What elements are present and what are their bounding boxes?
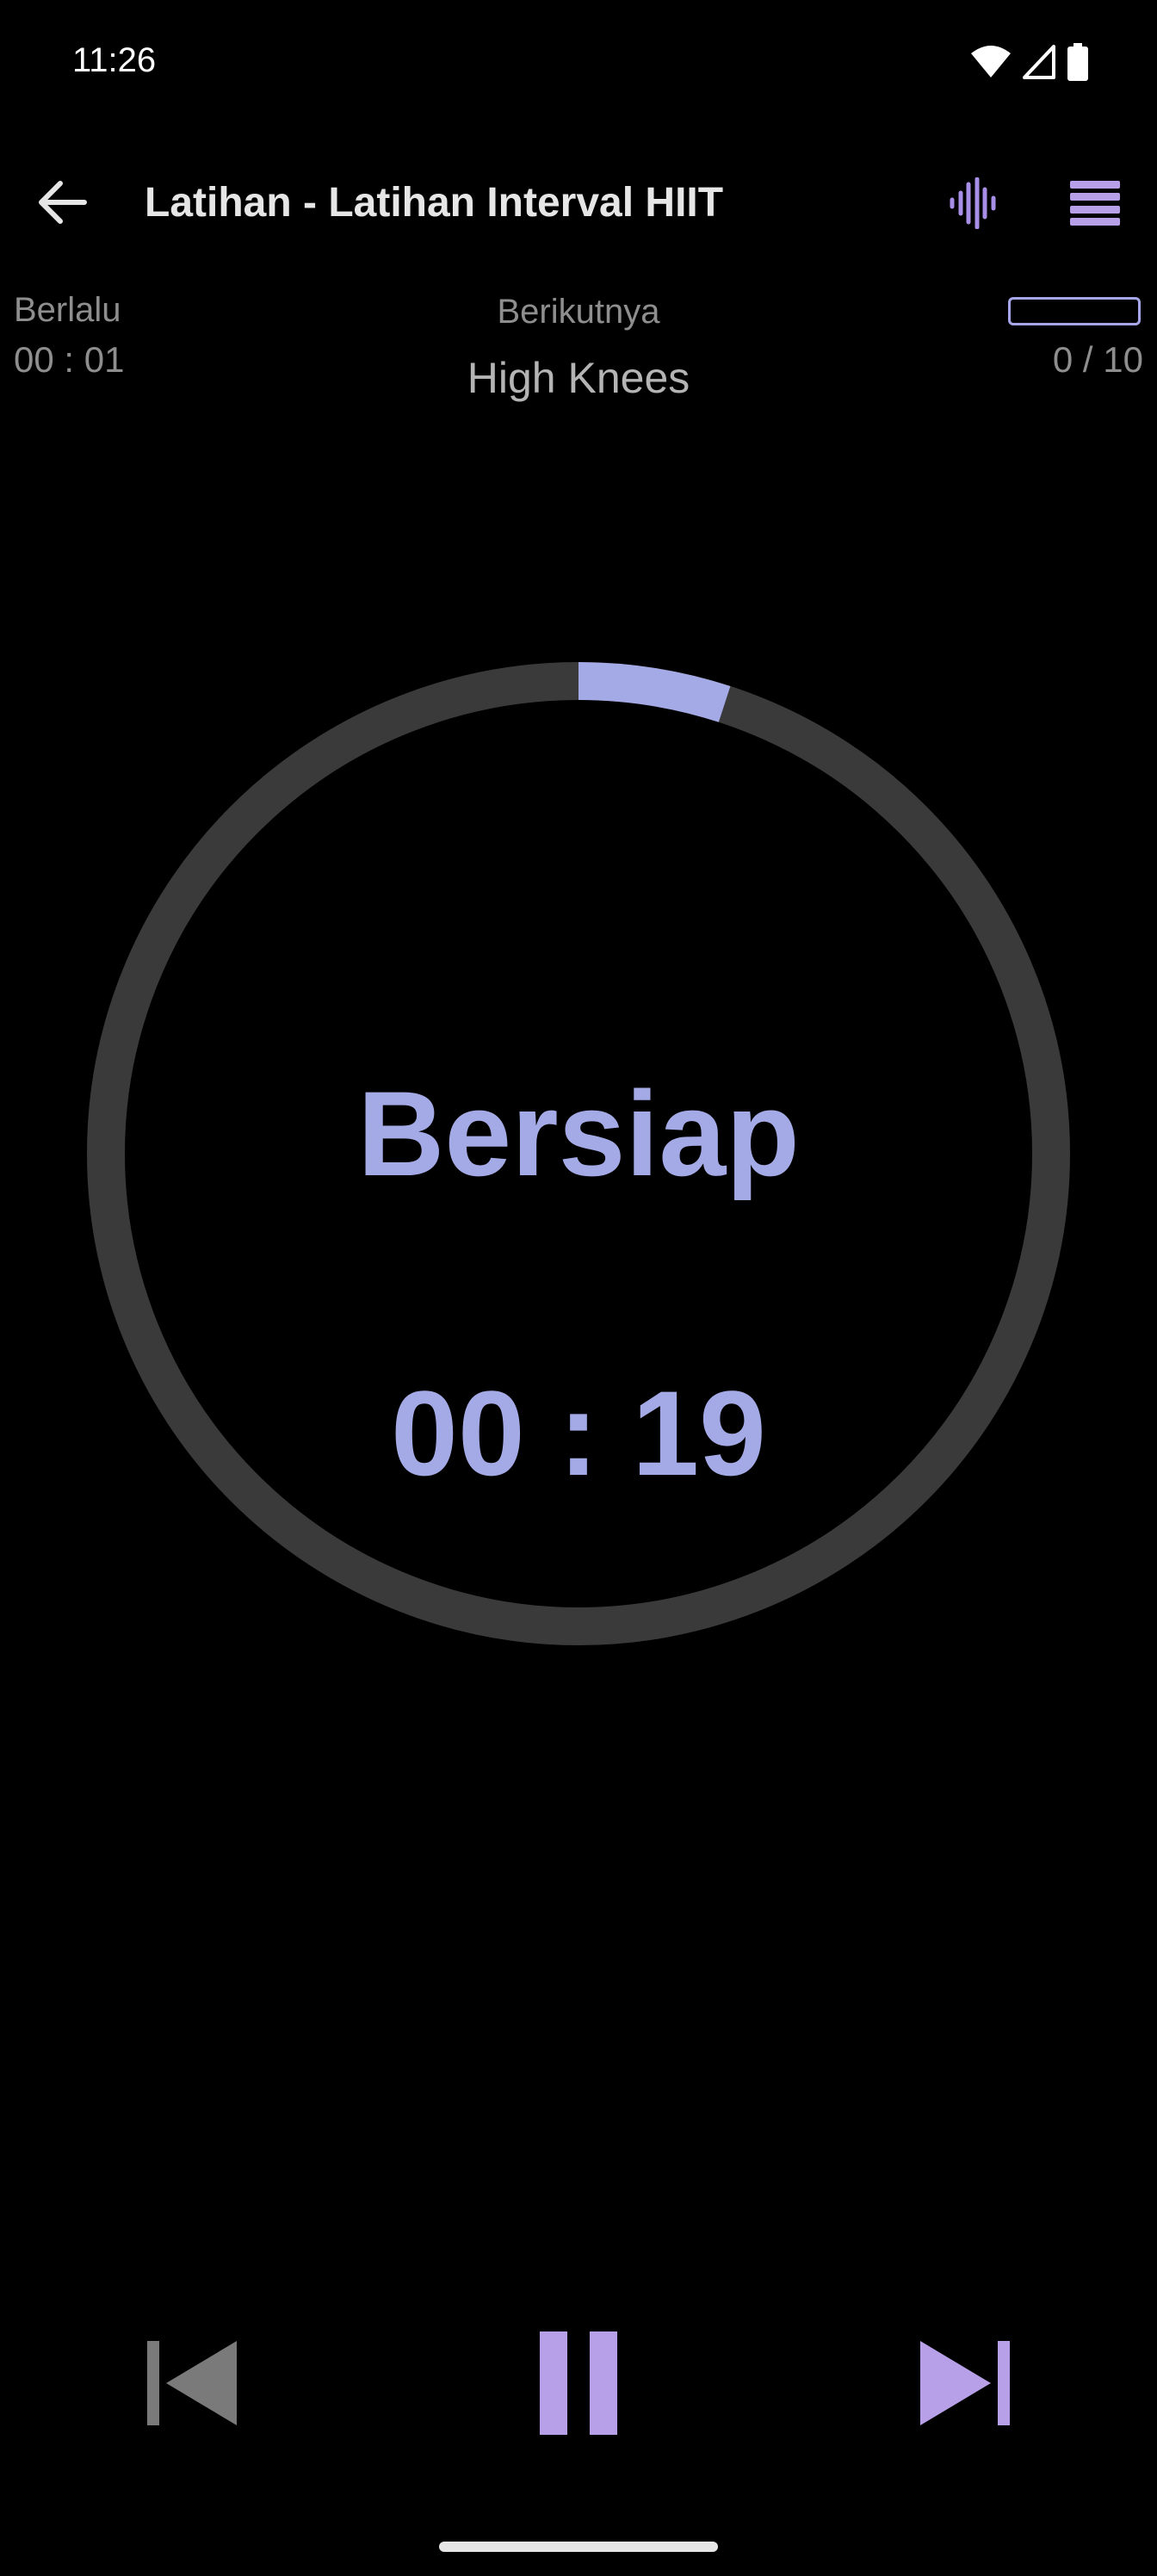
home-indicator [439,2542,718,2552]
battery-icon [1067,43,1088,85]
status-icons [971,43,1088,85]
signal-icon [1023,45,1055,84]
phase-label: Bersiap [357,1066,800,1201]
next-button[interactable] [904,2325,1024,2445]
arrow-back-icon [36,180,88,229]
status-time: 11:26 [72,41,157,79]
skip-next-icon [917,2336,1012,2435]
list-menu-icon [1070,180,1120,230]
exercise-list-button[interactable] [1061,170,1129,239]
back-button[interactable] [26,172,98,236]
app-bar: Latihan - Latihan Interval HIIT [0,155,1157,250]
next-exercise: High Knees [467,354,690,402]
wifi-icon [971,45,1011,84]
round-count: 0 / 10 [1052,339,1143,380]
status-bar: 11:26 [0,0,1157,129]
pause-icon [538,2331,619,2439]
countdown-time: 00 : 19 [391,1365,766,1501]
next-label: Berikutnya [497,293,660,331]
previous-button[interactable] [133,2325,253,2445]
round-progress-bar [1008,297,1141,325]
sound-button[interactable] [938,170,1007,239]
pause-button[interactable] [518,2325,639,2445]
waveform-icon [947,176,999,233]
page-title: Latihan - Latihan Interval HIIT [145,180,724,226]
skip-previous-icon [145,2336,240,2435]
